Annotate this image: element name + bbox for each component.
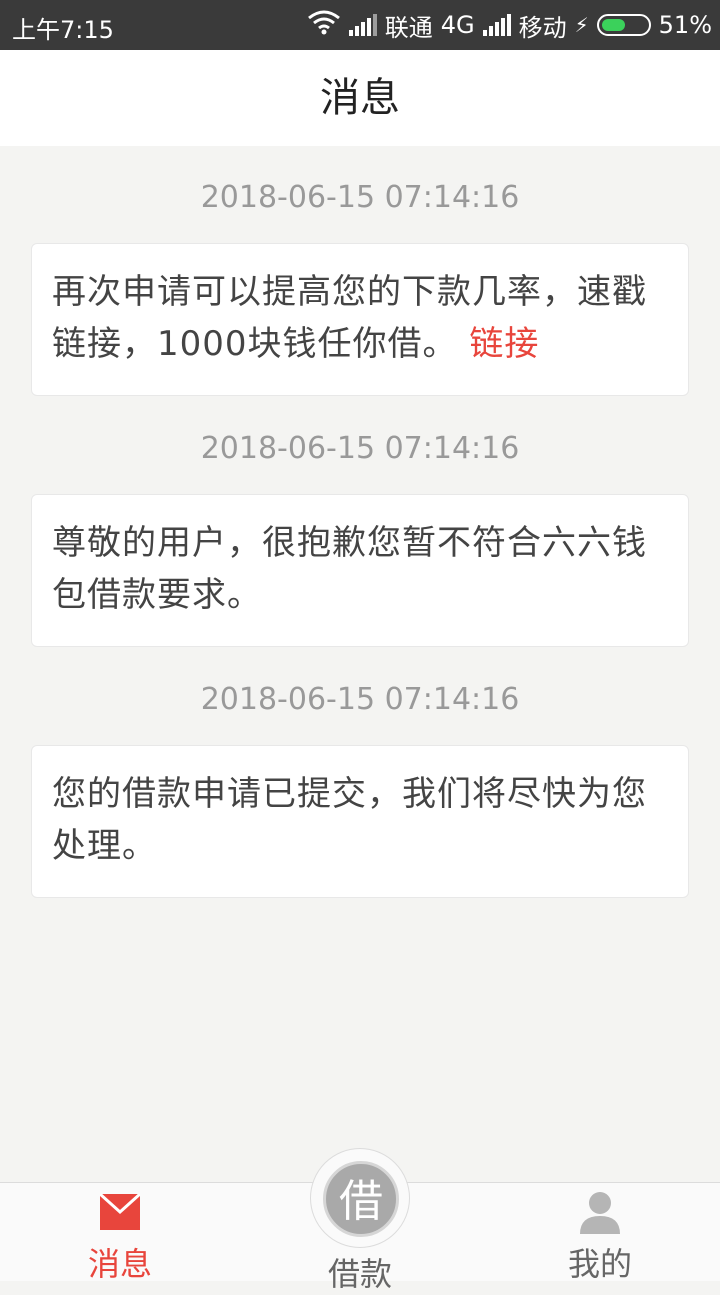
message-text: 尊敬的用户，很抱歉您暂不符合六六钱包借款要求。 [52,523,647,615]
message-text: 您的借款申请已提交，我们将尽快为您处理。 [52,774,647,866]
status-right: 联通 4G 移动 ⚡ 51% [307,8,712,42]
status-time: 上午7:15 [12,16,114,44]
message-link[interactable]: 链接 [469,324,539,364]
message-item: 2018-06-15 07:14:16 尊敬的用户，很抱歉您暂不符合六六钱包借款… [0,397,720,648]
user-icon[interactable] [580,1192,620,1234]
message-text: 再次申请可以提高您的下款几率，速戳 链接，1000块钱任你借。 [52,272,647,364]
carrier1-label: 联通 [384,13,433,42]
network1-label: 4G [440,11,475,39]
status-bar: 上午7:15 联通 4G 移动 ⚡ 51% [0,0,720,50]
message-time: 2018-06-15 07:14:16 [200,180,520,215]
message-item: 2018-06-15 07:14:16 您的借款申请已提交，我们将尽快为您处理。 [0,648,720,899]
message-item: 2018-06-15 07:14:16 再次申请可以提高您的下款几率，速戳 链接… [0,146,720,397]
message-list: 2018-06-15 07:14:16 再次申请可以提高您的下款几率，速戳 链接… [0,146,720,899]
tab-messages-label: 消息 [87,1245,152,1283]
borrow-icon: 借 [323,1161,399,1237]
page-title: 消息 [0,50,720,146]
signal-icon [482,14,511,36]
message-card[interactable]: 再次申请可以提高您的下款几率，速戳 链接，1000块钱任你借。 链接 [31,243,689,396]
wifi-icon [307,9,341,41]
charging-icon: ⚡ [574,13,589,37]
mail-icon[interactable] [98,1192,142,1230]
message-card[interactable]: 尊敬的用户，很抱歉您暂不符合六六钱包借款要求。 [31,494,689,647]
battery-icon [596,14,651,36]
message-time: 2018-06-15 07:14:16 [200,682,520,717]
borrow-button[interactable]: 借 [310,1148,410,1248]
tab-mine-label: 我的 [567,1245,632,1283]
battery-label: 51% [658,11,712,39]
carrier2-label: 移动 [518,13,567,42]
battery-fill [601,19,625,31]
message-card[interactable]: 您的借款申请已提交，我们将尽快为您处理。 [31,745,689,898]
signal-icon [348,14,377,36]
message-time: 2018-06-15 07:14:16 [200,431,520,466]
tab-borrow-label: 借款 [327,1255,392,1293]
